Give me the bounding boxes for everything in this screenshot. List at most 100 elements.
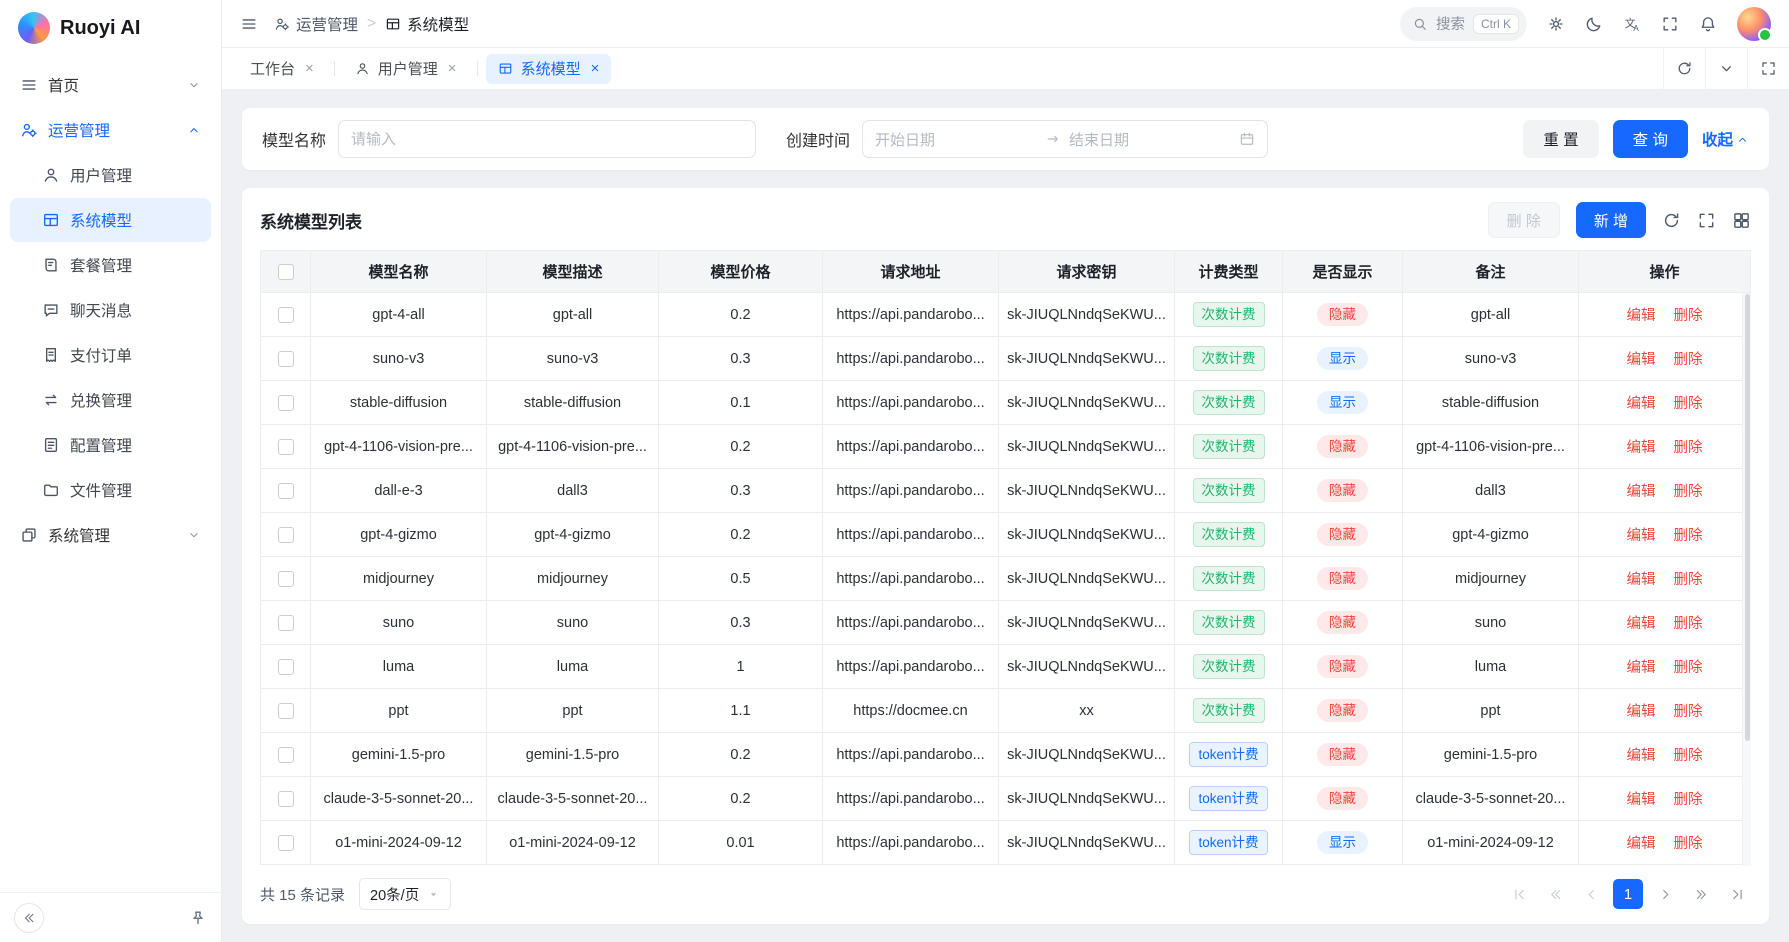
first-page-button[interactable] — [1505, 880, 1533, 908]
fullscreen-icon[interactable] — [1661, 15, 1679, 33]
delete-link[interactable]: 删除 — [1674, 396, 1703, 412]
edit-link[interactable]: 编辑 — [1627, 836, 1656, 852]
delete-link[interactable]: 删除 — [1674, 572, 1703, 588]
model-table: 模型名称模型描述模型价格请求地址请求密钥计费类型是否显示备注操作 gpt-4-a… — [260, 250, 1751, 865]
add-button[interactable]: 新 增 — [1576, 202, 1646, 238]
delete-link[interactable]: 删除 — [1674, 616, 1703, 632]
app-logo[interactable]: Ruoyi AI — [0, 0, 221, 56]
hamburger-menu-icon[interactable] — [240, 15, 258, 33]
sidebar-item-5[interactable]: 兑换管理 — [10, 378, 211, 422]
tab-0[interactable]: 工作台× — [238, 54, 326, 84]
tab-menu-button[interactable] — [1705, 48, 1747, 89]
notifications-icon[interactable] — [1699, 15, 1717, 33]
global-search[interactable]: 搜索 Ctrl K — [1400, 7, 1527, 41]
edit-link[interactable]: 编辑 — [1627, 616, 1656, 632]
prev-page-button[interactable] — [1577, 880, 1605, 908]
table-body: gpt-4-allgpt-all0.2https://api.pandarobo… — [261, 293, 1751, 865]
edit-link[interactable]: 编辑 — [1627, 748, 1656, 764]
delete-link[interactable]: 删除 — [1674, 836, 1703, 852]
sidebar-item-2[interactable]: 套餐管理 — [10, 243, 211, 287]
chevron-up-icon — [1736, 133, 1749, 146]
table-scrollbar[interactable] — [1742, 293, 1751, 866]
delete-link[interactable]: 删除 — [1674, 792, 1703, 808]
edit-link[interactable]: 编辑 — [1627, 660, 1656, 676]
delete-link[interactable]: 删除 — [1674, 308, 1703, 324]
row-checkbox[interactable] — [278, 439, 294, 455]
settings-icon[interactable] — [1547, 15, 1565, 33]
tab-close-icon[interactable]: × — [305, 61, 314, 76]
row-checkbox[interactable] — [278, 483, 294, 499]
edit-link[interactable]: 编辑 — [1627, 792, 1656, 808]
refresh-page-button[interactable] — [1663, 48, 1705, 89]
cell-remark: gpt-4-1106-vision-pre... — [1403, 425, 1579, 469]
last-page-button[interactable] — [1723, 880, 1751, 908]
prev-5-pages-button[interactable] — [1541, 880, 1569, 908]
language-icon[interactable]: 文A — [1623, 15, 1641, 33]
collapse-filter-link[interactable]: 收起 — [1702, 128, 1749, 150]
sidebar-item-0[interactable]: 用户管理 — [10, 153, 211, 197]
row-checkbox[interactable] — [278, 659, 294, 675]
visibility-badge: 隐藏 — [1317, 743, 1368, 767]
model-name-input[interactable] — [338, 120, 756, 158]
batch-delete-button[interactable]: 删 除 — [1488, 202, 1560, 238]
edit-link[interactable]: 编辑 — [1627, 484, 1656, 500]
edit-link[interactable]: 编辑 — [1627, 704, 1656, 720]
delete-link[interactable]: 删除 — [1674, 440, 1703, 456]
tab-close-icon[interactable]: × — [591, 61, 600, 76]
select-all-checkbox[interactable] — [278, 264, 294, 280]
delete-link[interactable]: 删除 — [1674, 484, 1703, 500]
next-5-pages-button[interactable] — [1687, 880, 1715, 908]
delete-link[interactable]: 删除 — [1674, 352, 1703, 368]
delete-link[interactable]: 删除 — [1674, 528, 1703, 544]
sidebar-group-1[interactable]: 运营管理 — [10, 108, 211, 152]
sidebar-collapse-button[interactable] — [14, 903, 44, 933]
row-checkbox[interactable] — [278, 527, 294, 543]
edit-link[interactable]: 编辑 — [1627, 528, 1656, 544]
tab-2[interactable]: 系统模型× — [486, 54, 612, 84]
page-button-1[interactable]: 1 — [1613, 879, 1643, 909]
tab-1[interactable]: 用户管理× — [343, 54, 469, 84]
row-checkbox[interactable] — [278, 395, 294, 411]
sidebar-item-6[interactable]: 配置管理 — [10, 423, 211, 467]
column-settings-icon[interactable] — [1732, 211, 1751, 230]
edit-link[interactable]: 编辑 — [1627, 308, 1656, 324]
date-range-picker[interactable]: 开始日期 结束日期 — [862, 120, 1268, 158]
delete-link[interactable]: 删除 — [1674, 704, 1703, 720]
table-row: dall-e-3dall30.3https://api.pandarobo...… — [261, 469, 1751, 513]
refresh-table-icon[interactable] — [1662, 211, 1681, 230]
edit-link[interactable]: 编辑 — [1627, 440, 1656, 456]
row-checkbox[interactable] — [278, 747, 294, 763]
delete-link[interactable]: 删除 — [1674, 660, 1703, 676]
next-page-button[interactable] — [1651, 880, 1679, 908]
delete-link[interactable]: 删除 — [1674, 748, 1703, 764]
breadcrumb-item-1[interactable]: 系统模型 — [385, 13, 469, 35]
row-checkbox[interactable] — [278, 615, 294, 631]
reset-button[interactable]: 重 置 — [1523, 120, 1598, 158]
scrollbar-thumb[interactable] — [1745, 294, 1750, 741]
edit-link[interactable]: 编辑 — [1627, 572, 1656, 588]
page-size-select[interactable]: 20条/页 — [359, 878, 451, 910]
edit-link[interactable]: 编辑 — [1627, 352, 1656, 368]
sidebar-item-1[interactable]: 系统模型 — [10, 198, 211, 242]
row-checkbox[interactable] — [278, 307, 294, 323]
visibility-badge: 隐藏 — [1317, 567, 1368, 591]
sidebar-item-7[interactable]: 文件管理 — [10, 468, 211, 512]
query-button[interactable]: 查 询 — [1613, 120, 1688, 158]
row-checkbox[interactable] — [278, 791, 294, 807]
edit-link[interactable]: 编辑 — [1627, 396, 1656, 412]
row-checkbox[interactable] — [278, 835, 294, 851]
dark-mode-icon[interactable] — [1585, 15, 1603, 33]
pin-icon[interactable] — [189, 909, 207, 927]
row-checkbox[interactable] — [278, 351, 294, 367]
content-fullscreen-button[interactable] — [1747, 48, 1789, 89]
sidebar-item-3[interactable]: 聊天消息 — [10, 288, 211, 332]
sidebar-group-2[interactable]: 系统管理 — [10, 513, 211, 557]
sidebar-item-4[interactable]: 支付订单 — [10, 333, 211, 377]
user-avatar[interactable] — [1737, 7, 1771, 41]
table-fullscreen-icon[interactable] — [1697, 211, 1716, 230]
row-checkbox[interactable] — [278, 703, 294, 719]
sidebar-group-0[interactable]: 首页 — [10, 63, 211, 107]
row-checkbox[interactable] — [278, 571, 294, 587]
tab-close-icon[interactable]: × — [448, 61, 457, 76]
breadcrumb-item-0[interactable]: 运营管理 — [274, 13, 358, 35]
